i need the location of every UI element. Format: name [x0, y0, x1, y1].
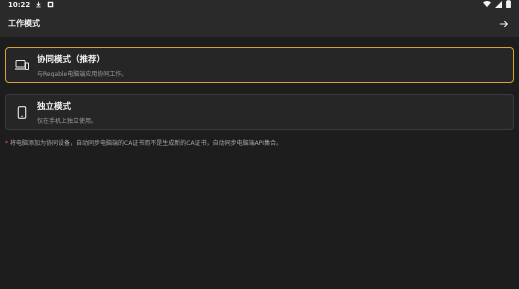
- battery-icon: [506, 0, 511, 10]
- notification-icon: [47, 1, 54, 10]
- footnote: * 将电脑添加为协同设备，自动同步电脑端的CA证书而不是生成新的CA证书，自动同步…: [5, 138, 282, 147]
- wifi-icon: [483, 0, 491, 10]
- footnote-text: 将电脑添加为协同设备，自动同步电脑端的CA证书而不是生成新的CA证书，自动同步电…: [10, 140, 283, 147]
- mode-card-collaborative[interactable]: 协同模式（推荐） 与Reqable电脑端应用协同工作。: [5, 47, 514, 83]
- page-title: 工作模式: [8, 19, 40, 28]
- arrow-right-icon[interactable]: [497, 17, 511, 31]
- status-time: 10:22: [8, 1, 31, 9]
- status-bar: 10:22: [0, 0, 519, 10]
- mode-title: 独立模式: [37, 101, 72, 112]
- mode-card-standalone[interactable]: 独立模式 仅在手机上独立使用。: [5, 94, 514, 130]
- mode-description: 与Reqable电脑端应用协同工作。: [37, 70, 128, 78]
- mode-title: 协同模式（推荐）: [37, 54, 106, 65]
- laptop-phone-icon: [15, 58, 29, 72]
- status-right-icons: [483, 0, 511, 10]
- download-icon: [35, 1, 42, 10]
- mode-texts: 独立模式 仅在手机上独立使用。: [37, 100, 97, 125]
- mode-description: 仅在手机上独立使用。: [37, 117, 98, 125]
- footnote-marker: *: [5, 140, 8, 147]
- phone-icon: [15, 105, 29, 119]
- mode-texts: 协同模式（推荐） 与Reqable电脑端应用协同工作。: [37, 53, 127, 78]
- app-bar: 工作模式: [0, 10, 519, 37]
- signal-icon: [495, 0, 502, 10]
